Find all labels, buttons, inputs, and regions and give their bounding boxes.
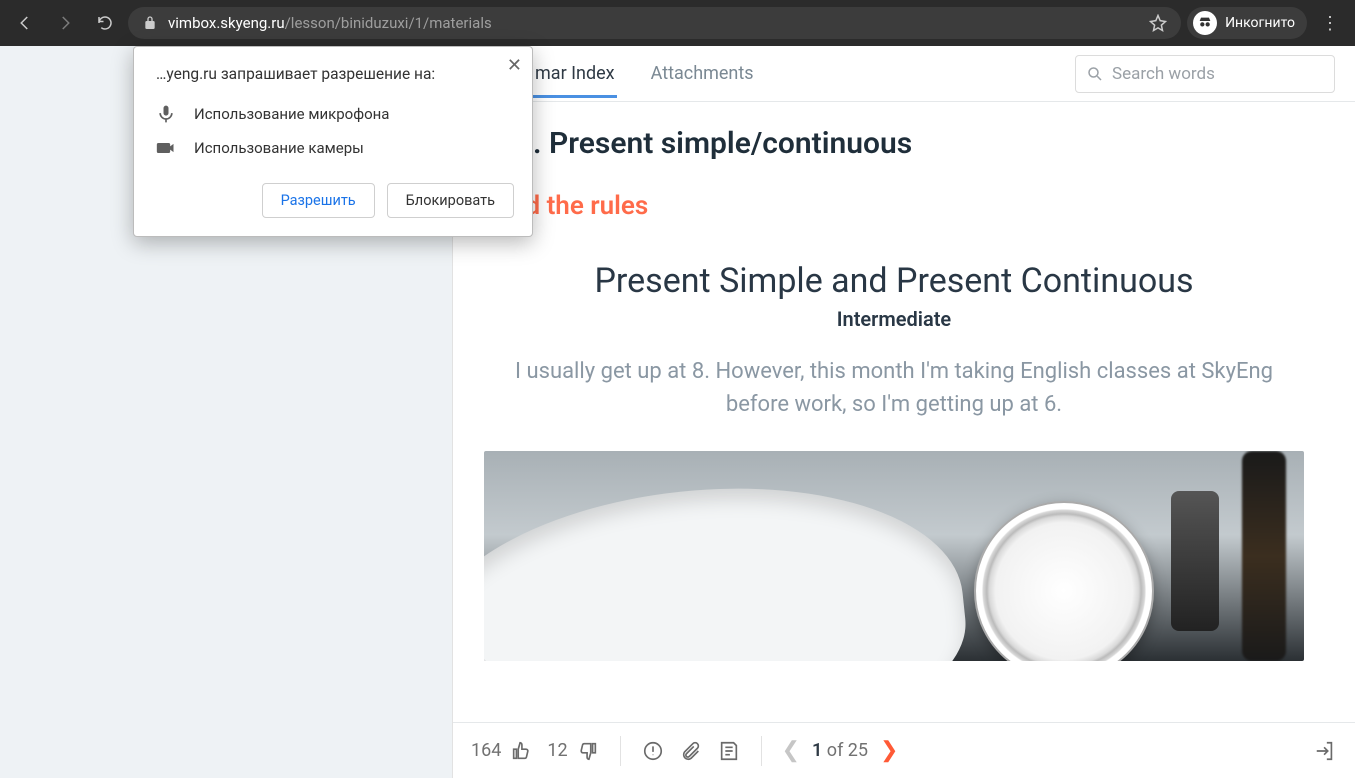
permission-title: …yeng.ru запрашивает разрешение на:: [156, 65, 514, 83]
dislike-count: 12: [547, 740, 567, 761]
lesson-content: . Present simple/continuous Read the rul…: [453, 102, 1355, 722]
url-text: vimbox.skyeng.ru/lesson/biniduzuxi/1/mat…: [168, 14, 1139, 32]
attachment-icon[interactable]: [679, 739, 703, 763]
permission-dialog: ✕ …yeng.ru запрашивает разрешение на: Ис…: [133, 46, 533, 237]
notes-icon[interactable]: [717, 739, 741, 763]
incognito-label: Инкогнито: [1225, 15, 1295, 31]
tabs-bar: mar Index Attachments Search words: [453, 46, 1355, 102]
exit-icon[interactable]: [1313, 739, 1337, 763]
tab-grammar-index[interactable]: mar Index: [533, 49, 617, 98]
thumbs-up-icon: [509, 739, 533, 763]
pager-prev[interactable]: ❮: [782, 738, 800, 763]
incognito-badge[interactable]: Инкогнито: [1187, 7, 1307, 39]
page-title: . Present simple/continuous: [533, 126, 1315, 161]
hero-image: [484, 451, 1304, 661]
incognito-icon: [1193, 11, 1217, 35]
search-input[interactable]: Search words: [1075, 55, 1335, 93]
thumbs-down-icon: [576, 739, 600, 763]
browser-menu-button[interactable]: ⋮: [1313, 13, 1347, 34]
pager: ❮ 1 of 25 ❯: [782, 738, 899, 763]
bookmark-star-icon[interactable]: [1149, 14, 1167, 32]
forward-button[interactable]: [48, 6, 82, 40]
permission-cam-label: Использование камеры: [194, 139, 364, 157]
reload-button[interactable]: [88, 6, 122, 40]
search-icon: [1086, 65, 1104, 83]
permission-block-button[interactable]: Блокировать: [387, 183, 514, 218]
permission-mic-label: Использование микрофона: [194, 105, 389, 123]
permission-allow-button[interactable]: Разрешить: [262, 183, 375, 218]
pager-text: 1 of 25: [812, 740, 868, 761]
rule-subtitle: Intermediate: [473, 307, 1315, 331]
section-heading: Read the rules: [481, 191, 1315, 221]
like-count: 164: [471, 740, 501, 761]
address-bar[interactable]: vimbox.skyeng.ru/lesson/biniduzuxi/1/mat…: [128, 7, 1181, 39]
permission-mic-row: Использование микрофона: [156, 97, 514, 131]
permission-close-button[interactable]: ✕: [507, 55, 522, 76]
rule-body: I usually get up at 8. However, this mon…: [484, 355, 1304, 421]
lock-icon: [142, 15, 158, 31]
camera-icon: [156, 138, 176, 158]
bottom-toolbar: 164 12 ❮ 1 of 25 ❯: [453, 722, 1355, 778]
browser-toolbar: vimbox.skyeng.ru/lesson/biniduzuxi/1/mat…: [0, 0, 1355, 46]
permission-cam-row: Использование камеры: [156, 131, 514, 165]
microphone-icon: [156, 104, 176, 124]
rule-title: Present Simple and Present Continuous: [473, 261, 1315, 301]
dislike-button[interactable]: 12: [547, 739, 599, 763]
tab-attachments[interactable]: Attachments: [649, 49, 756, 98]
pager-next[interactable]: ❯: [880, 738, 898, 763]
search-placeholder: Search words: [1112, 64, 1215, 84]
like-button[interactable]: 164: [471, 739, 533, 763]
back-button[interactable]: [8, 6, 42, 40]
alert-icon[interactable]: [641, 739, 665, 763]
